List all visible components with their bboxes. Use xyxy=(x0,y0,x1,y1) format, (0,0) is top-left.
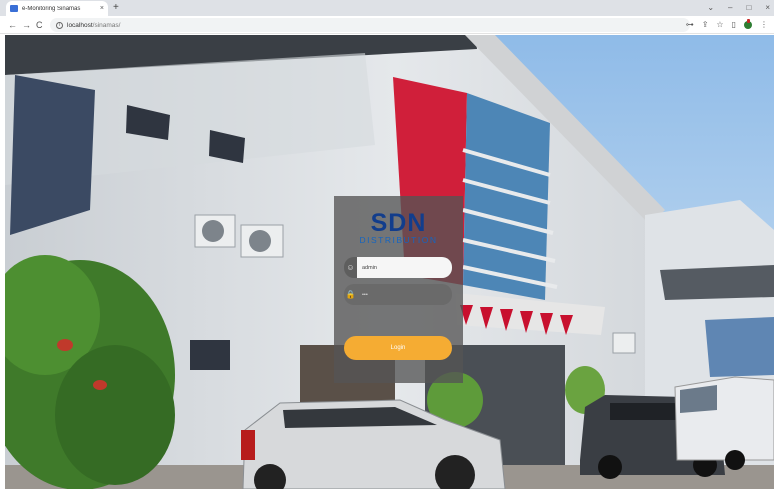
lock-icon: 🔒 xyxy=(345,290,356,299)
back-button[interactable]: ← xyxy=(8,18,17,32)
username-field-group: ☺ xyxy=(344,257,452,278)
user-icon: ☺ xyxy=(346,263,355,272)
tab-close-icon[interactable]: × xyxy=(100,5,104,12)
brand-subtitle: DISTRIBUTION xyxy=(359,235,438,245)
share-icon[interactable]: ⇪ xyxy=(702,18,709,32)
login-card: SDN DISTRIBUTION ☺ 🔒 Login xyxy=(334,196,463,383)
window-controls: ⌄ – □ × xyxy=(707,1,770,15)
browser-tab-bar: e-Monitoring Sinamas × + ⌄ – □ × xyxy=(0,0,774,16)
address-bar[interactable]: i localhost/sinamas/ xyxy=(50,18,690,32)
login-button[interactable]: Login xyxy=(344,336,452,360)
browser-tools: ⊶ ⇪ ☆ ▯ ⋮ xyxy=(686,18,768,32)
maximize-button[interactable]: □ xyxy=(746,1,751,15)
forward-button[interactable]: → xyxy=(22,18,31,32)
info-icon[interactable]: i xyxy=(56,21,63,29)
tab-search-icon[interactable]: ⌄ xyxy=(707,1,714,15)
minimize-button[interactable]: – xyxy=(728,1,732,15)
browser-toolbar: ← → C i localhost/sinamas/ ⊶ ⇪ ☆ ▯ ⋮ xyxy=(0,16,774,34)
close-window-button[interactable]: × xyxy=(765,1,770,15)
password-field-group: 🔒 xyxy=(344,284,452,305)
new-tab-button[interactable]: + xyxy=(113,1,119,15)
password-input[interactable] xyxy=(357,284,452,305)
browser-tab[interactable]: e-Monitoring Sinamas × xyxy=(6,1,108,16)
reload-button[interactable]: C xyxy=(36,18,43,32)
menu-icon[interactable]: ⋮ xyxy=(760,18,768,32)
extension-icon[interactable] xyxy=(744,19,752,29)
bookmark-star-icon[interactable]: ☆ xyxy=(716,18,723,32)
key-icon[interactable]: ⊶ xyxy=(686,18,694,32)
url-host: localhost xyxy=(67,21,93,29)
favicon-icon xyxy=(10,5,18,12)
username-input[interactable] xyxy=(357,257,452,278)
brand-logo: SDN xyxy=(370,209,427,237)
sidebar-icon[interactable]: ▯ xyxy=(732,18,736,32)
tab-title: e-Monitoring Sinamas xyxy=(22,5,81,12)
login-page: SDN DISTRIBUTION ☺ 🔒 Login xyxy=(5,35,774,489)
url-text[interactable]: localhost/sinamas/ xyxy=(67,22,120,29)
url-path: /sinamas/ xyxy=(92,21,121,29)
